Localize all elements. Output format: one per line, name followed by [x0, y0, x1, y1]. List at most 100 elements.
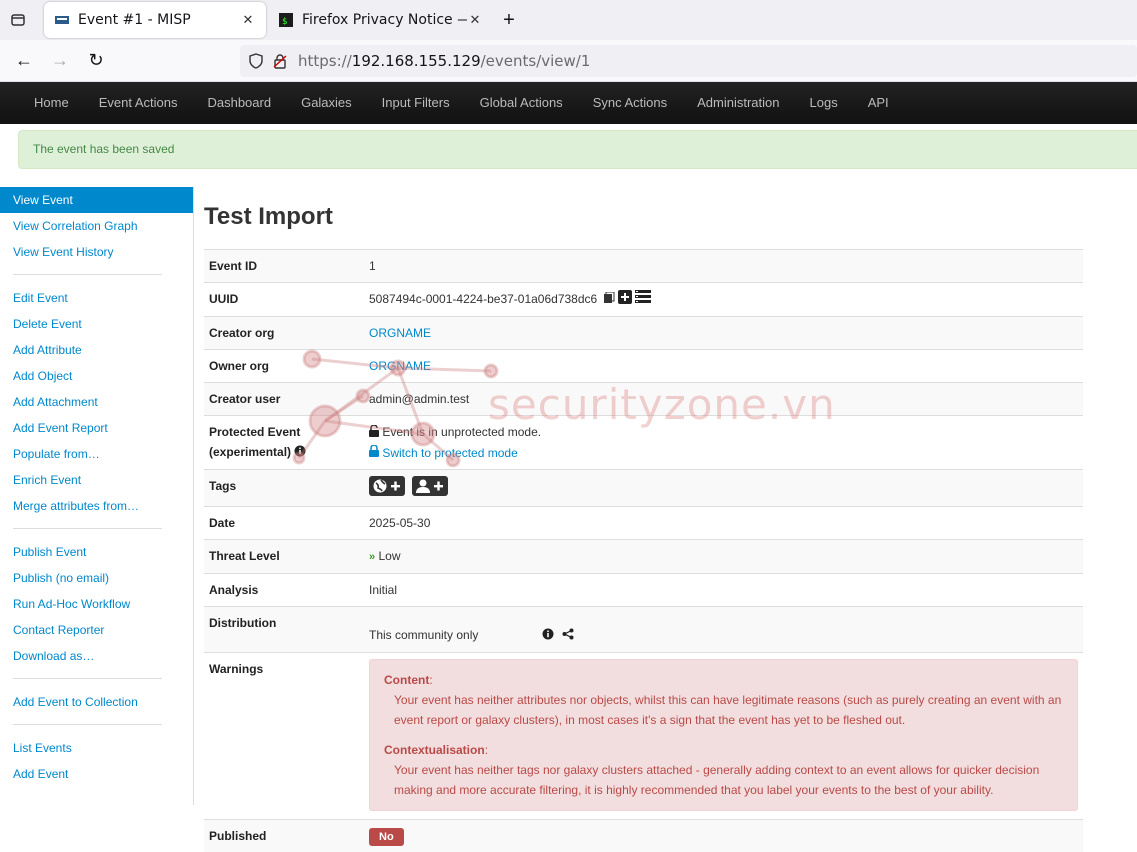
uuid-value: 5087494c-0001-4224-be37-01a06d738dc6 [369, 292, 598, 306]
terminal-favicon-icon: $ [278, 12, 294, 28]
event-meta-table: Event ID 1 UUID 5087494c-0001-4224-be37-… [204, 249, 1083, 852]
warnings-box: Content: Your event has neither attribut… [369, 659, 1078, 812]
sidebar-item-publish-no-email[interactable]: Publish (no email) [0, 565, 193, 591]
info-icon[interactable] [542, 626, 554, 646]
sidebar-item-enrich-event[interactable]: Enrich Event [0, 467, 193, 493]
sidebar-item-edit-event[interactable]: Edit Event [0, 285, 193, 311]
add-extended-event-icon[interactable] [617, 289, 632, 310]
sidebar-divider [0, 265, 193, 285]
shield-icon[interactable] [244, 49, 268, 73]
add-global-tag-button[interactable] [369, 476, 405, 497]
menu-event-actions[interactable]: Event Actions [84, 82, 193, 124]
sidebar-item-download-as[interactable]: Download as… [0, 643, 193, 669]
sidebar-item-contact-reporter[interactable]: Contact Reporter [0, 617, 193, 643]
warning-text: Your event has neither tags nor galaxy c… [394, 763, 1040, 798]
url-path: /events/view/1 [480, 51, 591, 70]
forward-arrow-icon[interactable]: → [44, 45, 76, 77]
lock-warning-icon[interactable] [268, 49, 292, 73]
row-label: UUID [204, 282, 364, 317]
protected-sublabel: (experimental) [209, 444, 292, 459]
back-arrow-icon[interactable]: ← [8, 45, 40, 77]
sidebar-divider [0, 669, 193, 689]
menu-logs[interactable]: Logs [795, 82, 853, 124]
table-row: Date 2025-05-30 [204, 506, 1083, 540]
success-alert: The event has been saved [18, 130, 1137, 169]
unlock-icon [369, 423, 379, 443]
menu-sync-actions[interactable]: Sync Actions [578, 82, 682, 124]
owner-org-link[interactable]: ORGNAME [369, 359, 431, 373]
sidebar-item-add-event-report[interactable]: Add Event Report [0, 415, 193, 441]
new-tab-icon[interactable]: + [493, 4, 525, 36]
sidebar-divider [0, 519, 193, 539]
tab-firefox-privacy[interactable]: $ Firefox Privacy Notice — ✕ [268, 2, 493, 38]
date-value: 2025-05-30 [364, 506, 1083, 540]
url-bar[interactable]: https://192.168.155.129/events/view/1 [240, 44, 1137, 77]
browser-navbar: ← → ↻ https://192.168.155.129/events/vie… [0, 40, 1137, 82]
warning-title: Contextualisation [384, 743, 485, 758]
url-text[interactable]: https://192.168.155.129/events/view/1 [298, 52, 590, 70]
event-main: Test Import Event ID 1 UUID 5087494c-000… [204, 187, 1084, 852]
table-row: Tags [204, 469, 1083, 507]
published-badge: No [369, 828, 404, 847]
sidebar-item-merge-attributes[interactable]: Merge attributes from… [0, 493, 193, 519]
sidebar-item-correlation-graph[interactable]: View Correlation Graph [0, 213, 193, 239]
table-row: Protected Event (experimental) Event is … [204, 414, 1083, 470]
protected-status: Event is in unprotected mode. [382, 424, 542, 439]
protected-label: Protected Event [209, 424, 301, 439]
table-row: Owner org ORGNAME [204, 348, 1083, 383]
sidebar-item-publish-event[interactable]: Publish Event [0, 539, 193, 565]
sidebar-item-run-workflow[interactable]: Run Ad-Hoc Workflow [0, 591, 193, 617]
sidebar-item-delete-event[interactable]: Delete Event [0, 311, 193, 337]
sidebar-item-list-events[interactable]: List Events [0, 735, 193, 761]
sidebar-item-add-attachment[interactable]: Add Attachment [0, 389, 193, 415]
info-icon[interactable] [294, 443, 306, 463]
row-label: Warnings [204, 652, 364, 820]
sidebar-item-add-attribute[interactable]: Add Attribute [0, 337, 193, 363]
menu-api[interactable]: API [853, 82, 904, 124]
menu-administration[interactable]: Administration [682, 82, 794, 124]
add-local-tag-button[interactable] [412, 476, 449, 497]
copy-icon[interactable] [603, 290, 615, 310]
row-label: Owner org [204, 348, 364, 383]
tab-title: Firefox Privacy Notice — [302, 12, 467, 28]
menu-dashboard[interactable]: Dashboard [192, 82, 286, 124]
table-row: Analysis Initial [204, 573, 1083, 607]
table-row: UUID 5087494c-0001-4224-be37-01a06d738dc… [204, 282, 1083, 317]
sidebar-item-event-history[interactable]: View Event History [0, 239, 193, 265]
warning-section: Contextualisation: Your event has neithe… [384, 740, 1063, 800]
table-row: Published No [204, 819, 1083, 852]
list-extended-events-icon[interactable] [635, 289, 652, 310]
sidebar-item-add-object[interactable]: Add Object [0, 363, 193, 389]
distribution-value: This community only [369, 628, 479, 643]
sidebar-item-view-event[interactable]: View Event [0, 187, 193, 213]
creator-org-link[interactable]: ORGNAME [369, 326, 431, 340]
analysis-value: Initial [364, 573, 1083, 607]
sidebar-item-populate-from[interactable]: Populate from… [0, 441, 193, 467]
event-id-value: 1 [364, 249, 1083, 283]
menu-global-actions[interactable]: Global Actions [465, 82, 578, 124]
tab-list-icon[interactable] [0, 2, 36, 38]
menu-home[interactable]: Home [19, 82, 84, 124]
svg-text:$: $ [282, 17, 287, 27]
globe-plus-icon [373, 479, 400, 493]
tab-close-icon[interactable]: ✕ [467, 13, 483, 28]
share-icon[interactable] [562, 626, 574, 646]
switch-protected-link[interactable]: Switch to protected mode [382, 446, 517, 460]
creator-user-value: admin@admin.test [364, 381, 1083, 416]
reload-icon[interactable]: ↻ [80, 45, 112, 77]
warning-title: Content [384, 673, 430, 688]
sidebar-item-add-event[interactable]: Add Event [0, 761, 193, 787]
user-plus-icon [416, 479, 444, 494]
menu-galaxies[interactable]: Galaxies [286, 82, 367, 124]
tab-misp-event[interactable]: Event #1 - MISP ✕ [44, 2, 266, 38]
url-host: 192.168.155.129 [351, 51, 481, 70]
sidebar-item-add-to-collection[interactable]: Add Event to Collection [0, 689, 193, 715]
menu-input-filters[interactable]: Input Filters [367, 82, 465, 124]
table-row: Threat Level » Low [204, 539, 1083, 574]
page-title: Test Import [204, 203, 333, 230]
warning-text: Your event has neither attributes nor ob… [394, 693, 1062, 728]
table-row: Creator org ORGNAME [204, 315, 1083, 350]
row-label: Creator user [204, 381, 364, 416]
tab-close-icon[interactable]: ✕ [240, 13, 256, 28]
lock-icon [369, 443, 379, 463]
